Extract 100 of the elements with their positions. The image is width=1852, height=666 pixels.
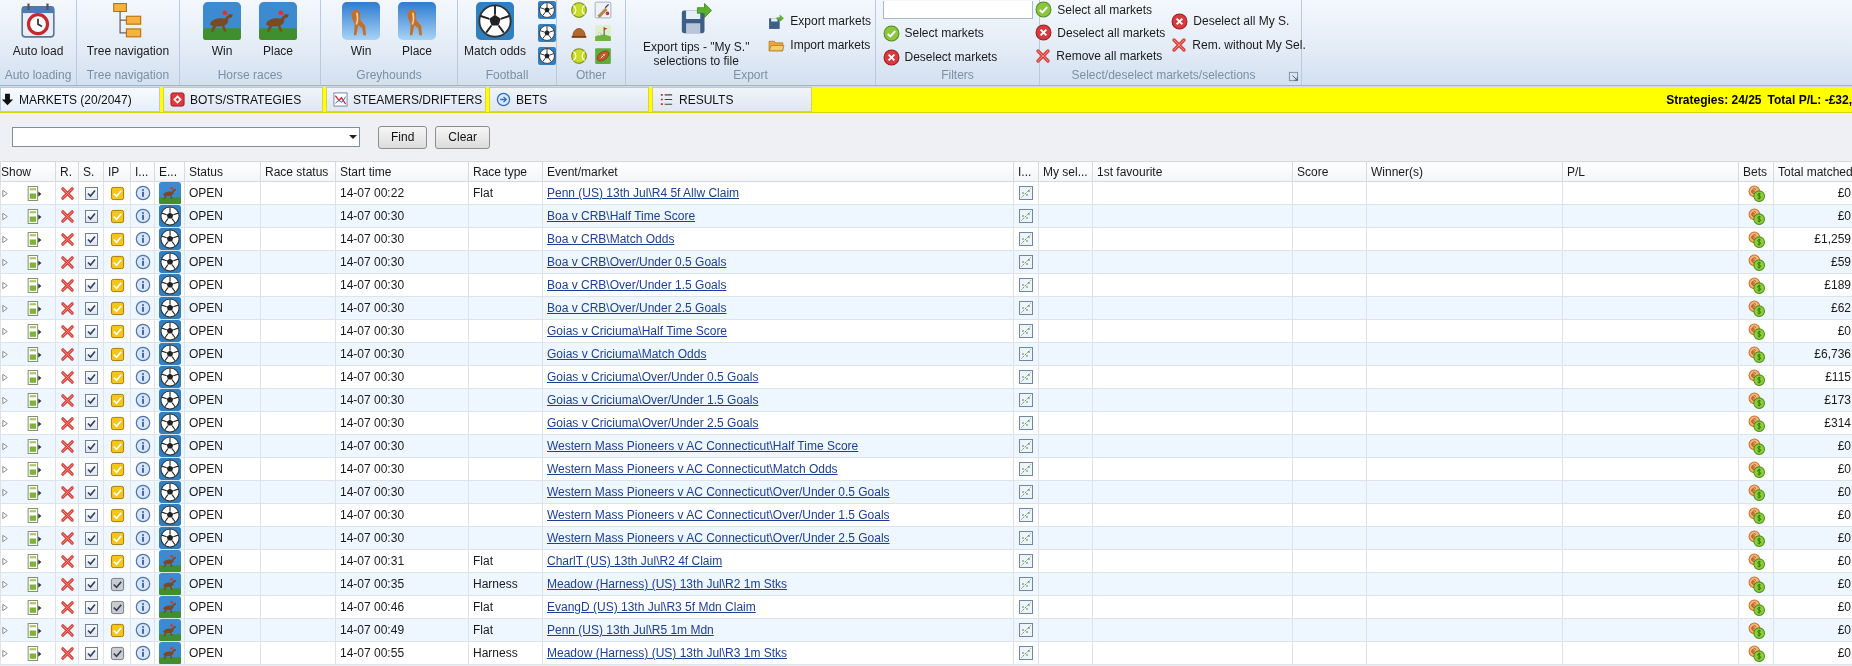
event-link[interactable]: Boa v CRB\Half Time Score xyxy=(547,209,696,223)
group-label: Auto loading xyxy=(3,68,73,84)
ribbon-button[interactable]: Remove all markets xyxy=(1035,46,1166,66)
chart-icon xyxy=(1018,323,1034,339)
chart-icon xyxy=(1018,507,1034,523)
ribbon-icon-button[interactable] xyxy=(538,46,557,66)
checkbox[interactable] xyxy=(84,301,98,315)
ribbon-button[interactable]: Export markets xyxy=(768,11,871,31)
checkbox[interactable] xyxy=(84,462,98,476)
coins-icon xyxy=(1747,575,1765,593)
ribbon-icon-button[interactable] xyxy=(538,0,557,20)
column-header[interactable]: Winner(s) xyxy=(1371,164,1423,179)
ribbon-button[interactable]: Auto load xyxy=(6,0,70,58)
ribbon-button[interactable]: Export tips - "My S." selections to file xyxy=(630,0,763,68)
coins-icon xyxy=(1747,437,1765,455)
info-icon xyxy=(134,530,151,546)
tennis-ball-icon xyxy=(570,47,588,66)
race-type: Flat xyxy=(473,554,493,568)
checkbox[interactable] xyxy=(84,508,98,522)
checkbox[interactable] xyxy=(84,232,98,246)
coins-icon xyxy=(1747,276,1765,294)
tab[interactable]: STEAMERS/DRIFTERS xyxy=(326,87,486,112)
football-icon xyxy=(158,435,181,457)
ribbon-button[interactable]: Deselect all My S. xyxy=(1171,11,1306,31)
checkbox[interactable] xyxy=(84,623,98,637)
event-link[interactable]: Goias v Criciuma\Match Odds xyxy=(547,347,707,361)
ribbon-button[interactable]: Win xyxy=(336,0,386,58)
total-matched: £314 xyxy=(1824,416,1851,430)
ribbon-button[interactable]: Deselect all markets xyxy=(1035,23,1166,43)
total-matched: £0 xyxy=(1837,324,1851,338)
checkbox[interactable] xyxy=(84,554,98,568)
search-combobox[interactable] xyxy=(12,127,360,147)
total-matched: £6,736 xyxy=(1814,347,1851,361)
ribbon-button[interactable]: Place xyxy=(392,0,442,58)
football-icon xyxy=(158,320,181,342)
checkbox[interactable] xyxy=(84,485,98,499)
remove-icon xyxy=(59,300,75,316)
find-bar-button[interactable]: Clear xyxy=(435,125,491,149)
cancel-icon xyxy=(882,48,900,66)
coins-icon xyxy=(1747,506,1765,524)
status-text: OPEN xyxy=(189,508,223,522)
chart-icon xyxy=(1018,346,1034,362)
total-matched: £0 xyxy=(1837,646,1851,660)
tab[interactable]: BOTS/STRATEGIES xyxy=(163,87,323,112)
info-icon xyxy=(134,231,151,247)
tab[interactable]: BETS xyxy=(489,87,649,112)
checkbox[interactable] xyxy=(84,416,98,430)
checkbox[interactable] xyxy=(84,324,98,338)
checkbox[interactable] xyxy=(84,439,98,453)
remove-icon xyxy=(59,369,75,385)
ribbon-icon-button[interactable] xyxy=(538,23,557,43)
expand-icon xyxy=(1,533,10,543)
total-matched: £1,259 xyxy=(1814,232,1851,246)
status-text: OPEN xyxy=(189,232,223,246)
info-icon xyxy=(134,346,151,362)
checkbox[interactable] xyxy=(84,209,98,223)
group-label: Filters xyxy=(940,68,975,84)
checkbox[interactable] xyxy=(84,255,98,269)
start-time: 14-07 00:30 xyxy=(340,255,405,269)
document-arrow-icon xyxy=(26,460,43,478)
checkbox[interactable] xyxy=(84,600,98,614)
checkbox[interactable] xyxy=(84,370,98,384)
bot-icon xyxy=(170,92,185,107)
checkbox[interactable] xyxy=(84,393,98,407)
ribbon-button[interactable]: Match odds xyxy=(458,0,533,58)
ribbon-button[interactable]: Rem. without My Sel. xyxy=(1171,35,1306,55)
ribbon-button[interactable]: Place xyxy=(253,0,303,58)
total-matched: £115 xyxy=(1825,370,1851,384)
info-icon xyxy=(134,300,151,316)
checkbox[interactable] xyxy=(84,577,98,591)
football-icon xyxy=(158,274,181,296)
filter-field[interactable] xyxy=(882,1,1033,19)
ribbon-button[interactable]: Deselect markets xyxy=(882,47,1033,67)
tab[interactable]: RESULTS xyxy=(652,87,812,112)
ribbon-button[interactable]: Import markets xyxy=(768,35,871,55)
start-time: 14-07 00:30 xyxy=(340,531,405,545)
checkbox[interactable] xyxy=(84,646,98,660)
status-text: OPEN xyxy=(189,393,223,407)
coins-icon xyxy=(1747,391,1765,409)
group-label: Other xyxy=(575,68,607,84)
ribbon-button[interactable]: Win xyxy=(197,0,247,58)
ribbon-button[interactable]: Select all markets xyxy=(1035,0,1166,20)
column-header[interactable]: P/L xyxy=(1567,164,1585,179)
info-icon xyxy=(134,599,151,615)
start-time: 14-07 00:30 xyxy=(340,485,405,499)
checkbox[interactable] xyxy=(84,278,98,292)
football-icon xyxy=(158,343,181,365)
find-bar-button[interactable]: Find xyxy=(378,125,428,149)
start-time: 14-07 00:30 xyxy=(340,393,405,407)
column-header[interactable]: Event/market xyxy=(547,164,618,179)
ribbon-button[interactable]: Tree navigation xyxy=(80,0,176,58)
checkbox[interactable] xyxy=(84,186,98,200)
ribbon-button[interactable]: Select markets xyxy=(882,23,1033,43)
total-matched: £0 xyxy=(1837,462,1851,476)
remove-icon xyxy=(59,622,75,638)
start-time: 14-07 00:55 xyxy=(340,646,405,660)
checkbox[interactable] xyxy=(84,347,98,361)
event-link[interactable]: Boa v CRB\Match Odds xyxy=(547,232,675,246)
checkbox[interactable] xyxy=(84,531,98,545)
tab[interactable]: MARKETS (20/2047) xyxy=(0,87,160,112)
